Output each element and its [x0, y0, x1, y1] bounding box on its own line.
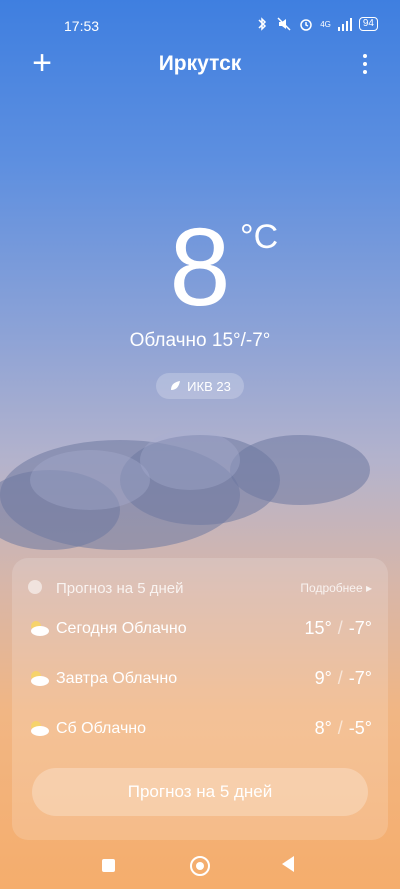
- cloudy-icon: [31, 721, 49, 736]
- cloudy-icon: [31, 671, 49, 686]
- aqi-badge[interactable]: ИКВ 23: [156, 373, 244, 399]
- forecast-day: Завтра Облачно: [56, 670, 178, 687]
- forecast-row[interactable]: Сегодня Облачно 15° / -7°: [28, 616, 372, 644]
- current-temperature: 8 °C: [0, 208, 400, 328]
- header: + Иркутск: [0, 46, 400, 84]
- system-navigation-bar: [0, 845, 400, 885]
- forecast-temps: 8° / -5°: [314, 718, 372, 738]
- cloudy-icon: [31, 621, 49, 636]
- forecast-icon: [28, 580, 42, 594]
- forecast-row[interactable]: Сб Облачно 8° / -5°: [28, 716, 372, 744]
- mute-icon: [277, 17, 291, 31]
- network-type: 4G: [320, 19, 331, 29]
- cloud-illustration: [0, 430, 370, 550]
- weather-condition: Облачно 15°/-7°: [129, 330, 271, 351]
- leaf-icon: [171, 381, 181, 390]
- city-title: Иркутск: [158, 52, 242, 75]
- status-time: 17:53: [64, 18, 100, 34]
- alarm-icon: [300, 19, 312, 31]
- status-icons: 4G 94: [254, 16, 378, 32]
- temperature-unit: °C: [240, 218, 279, 256]
- signal-icon: [337, 18, 352, 31]
- temperature-value: 8: [169, 206, 231, 329]
- forecast-day: Сегодня Облачно: [56, 620, 187, 637]
- recent-apps-button[interactable]: [102, 859, 115, 872]
- battery-icon: 94: [358, 17, 378, 31]
- forecast-row[interactable]: Завтра Облачно 9° / -7°: [28, 666, 372, 694]
- forecast-temps: 9° / -7°: [314, 668, 372, 688]
- details-link[interactable]: Подробнее ▸: [300, 581, 372, 595]
- home-button[interactable]: [190, 856, 210, 876]
- five-day-forecast-button[interactable]: Прогноз на 5 дней: [32, 768, 368, 816]
- forecast-day: Сб Облачно: [56, 720, 147, 737]
- forecast-temps: 15° / -7°: [304, 618, 372, 638]
- forecast-title: Прогноз на 5 дней: [56, 580, 184, 597]
- more-menu-icon[interactable]: [362, 54, 368, 78]
- aqi-label: ИКВ 23: [187, 378, 231, 394]
- bluetooth-icon: [258, 17, 267, 31]
- forecast-card: Прогноз на 5 дней Подробнее ▸ Сегодня Об…: [12, 558, 388, 840]
- forecast-header: Прогноз на 5 дней Подробнее ▸: [28, 578, 372, 598]
- back-button[interactable]: [282, 856, 294, 872]
- status-bar: 17:53 4G 94: [0, 0, 400, 52]
